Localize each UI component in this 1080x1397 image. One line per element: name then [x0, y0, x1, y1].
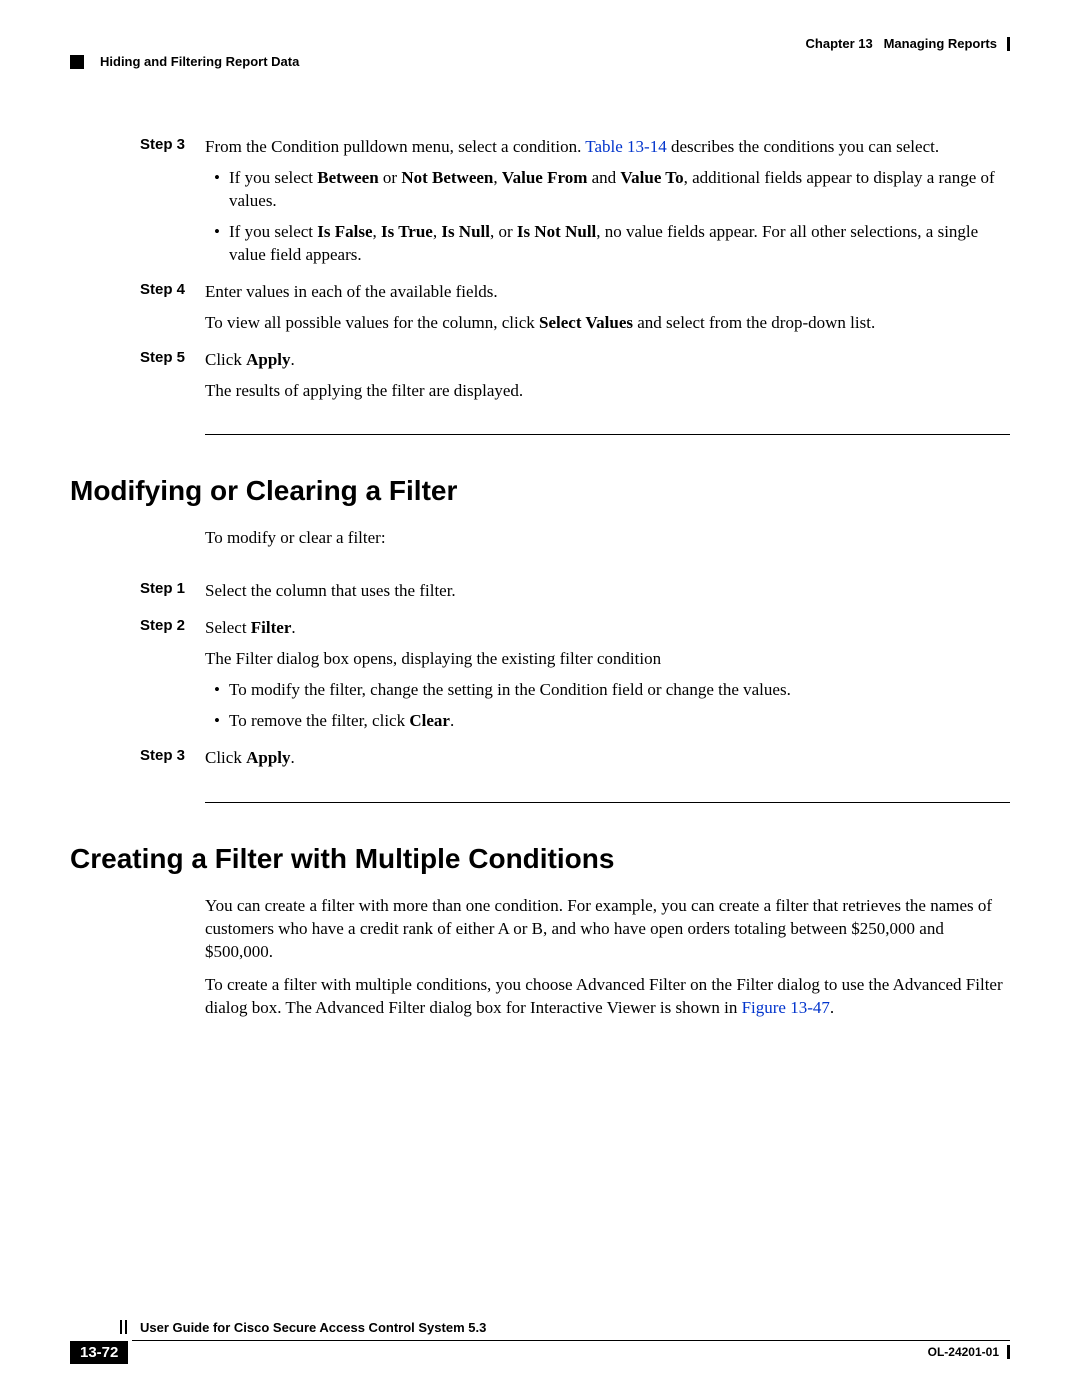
document-id: OL-24201-01 — [928, 1345, 1010, 1359]
step-label: Step 4 — [140, 281, 205, 343]
step-body: Click Apply. — [205, 747, 1010, 778]
header-bar-icon — [1007, 37, 1010, 51]
table-link[interactable]: Table 13-14 — [585, 137, 666, 156]
footer-guide-title: User Guide for Cisco Secure Access Contr… — [140, 1320, 486, 1335]
step-b2: Step 2 Select Filter. The Filter dialog … — [140, 617, 1010, 741]
chapter-number: Chapter 13 — [806, 36, 873, 51]
section-marker-icon — [70, 55, 84, 69]
section-heading-modify: Modifying or Clearing a Filter — [70, 475, 1010, 507]
section-title: Hiding and Filtering Report Data — [100, 54, 299, 69]
step-b3: Step 3 Click Apply. — [140, 747, 1010, 778]
step-5: Step 5 Click Apply. The results of apply… — [140, 349, 1010, 411]
step-body: Select Filter. The Filter dialog box ope… — [205, 617, 1010, 741]
step-label: Step 3 — [140, 136, 205, 275]
step-label: Step 3 — [140, 747, 205, 778]
page-number: 13-72 — [70, 1341, 128, 1364]
step-label: Step 2 — [140, 617, 205, 741]
bullet-item: • If you select Is False, Is True, Is Nu… — [205, 221, 1010, 267]
step-body: Click Apply. The results of applying the… — [205, 349, 1010, 411]
intro-text: To modify or clear a filter: — [205, 527, 1010, 550]
header-chapter: Chapter 13 Managing Reports — [806, 36, 1010, 51]
bullet-icon: • — [205, 221, 229, 267]
intro-text: You can create a filter with more than o… — [205, 895, 1010, 1020]
section-heading-multiple: Creating a Filter with Multiple Conditio… — [70, 843, 1010, 875]
bullet-item: • If you select Between or Not Between, … — [205, 167, 1010, 213]
bullet-item: • To modify the filter, change the setti… — [205, 679, 1010, 702]
step-body: Select the column that uses the filter. — [205, 580, 1010, 611]
step-body: Enter values in each of the available fi… — [205, 281, 1010, 343]
bullet-icon: • — [205, 710, 229, 733]
bullet-icon: • — [205, 167, 229, 213]
divider — [205, 434, 1010, 435]
step-4: Step 4 Enter values in each of the avail… — [140, 281, 1010, 343]
bullet-item: • To remove the filter, click Clear. — [205, 710, 1010, 733]
chapter-title: Managing Reports — [884, 36, 997, 51]
step-b1: Step 1 Select the column that uses the f… — [140, 580, 1010, 611]
step-label: Step 5 — [140, 349, 205, 411]
figure-link[interactable]: Figure 13-47 — [742, 998, 830, 1017]
step-3: Step 3 From the Condition pulldown menu,… — [140, 136, 1010, 275]
page-header: Chapter 13 Managing Reports Hiding and F… — [70, 36, 1010, 66]
bullet-icon: • — [205, 679, 229, 702]
step-label: Step 1 — [140, 580, 205, 611]
page-footer: User Guide for Cisco Secure Access Contr… — [70, 1320, 1010, 1367]
footer-bar-icon — [1007, 1345, 1010, 1359]
header-section: Hiding and Filtering Report Data — [70, 54, 299, 69]
footer-bar-icon — [120, 1320, 130, 1334]
step-body: From the Condition pulldown menu, select… — [205, 136, 1010, 275]
divider — [205, 802, 1010, 803]
